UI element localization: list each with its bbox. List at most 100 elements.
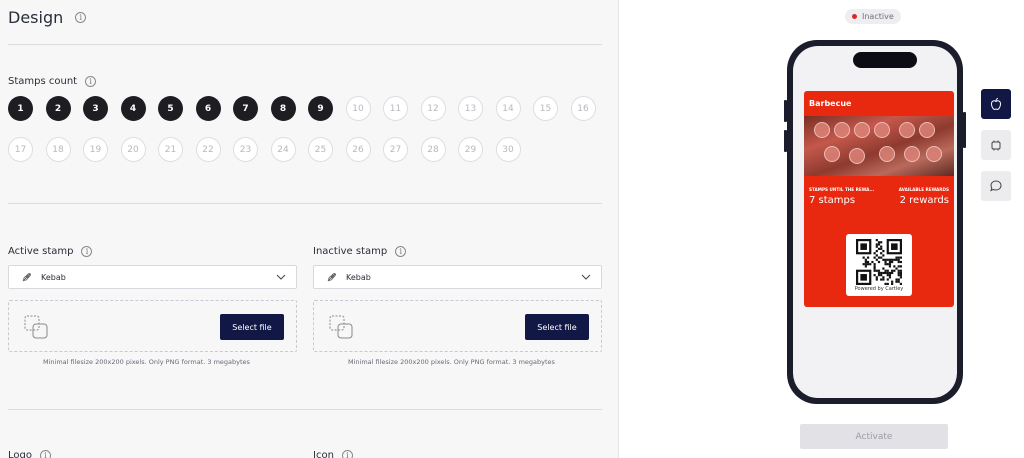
logo-label-row: Logo i	[8, 450, 51, 458]
stamp-count-option[interactable]: 9	[308, 96, 333, 121]
inactive-stamp-label: Inactive stamp	[313, 246, 388, 257]
phone-power-button	[963, 112, 966, 148]
active-stamp-dropzone[interactable]: Select file	[8, 300, 297, 352]
stamp-count-option[interactable]: 13	[458, 96, 483, 121]
kebab-icon	[327, 273, 336, 282]
phone-screen: Barbecue STAMPS UNTIL THE REWA... 7 stam…	[793, 46, 957, 398]
info-icon[interactable]: i	[395, 246, 407, 257]
tab-apple[interactable]	[981, 89, 1011, 119]
stamp-count-option[interactable]: 18	[45, 137, 71, 162]
inactive-stamp-select[interactable]: Kebab	[313, 265, 602, 289]
stamps-count-label: Stamps count	[8, 76, 78, 87]
info-icon[interactable]: i	[341, 450, 353, 458]
phone-notch	[853, 52, 917, 68]
stamp-count-option[interactable]: 7	[233, 96, 258, 121]
stamp-mark-icon	[879, 146, 895, 162]
stamp-count-option[interactable]: 26	[345, 137, 371, 162]
stamp-count-option[interactable]: 22	[195, 137, 221, 162]
card-right-label: AVAILABLE REWARDS	[898, 187, 949, 192]
kebab-icon	[22, 273, 31, 282]
active-stamp-select-file-button[interactable]: Select file	[220, 314, 284, 340]
design-header: Design i	[8, 8, 87, 27]
image-upload-icon	[329, 315, 353, 339]
info-icon[interactable]: i	[75, 12, 87, 23]
stamp-count-option[interactable]: 20	[120, 137, 146, 162]
stamp-count-option[interactable]: 25	[308, 137, 333, 162]
status-text: Inactive	[862, 12, 894, 21]
divider	[8, 409, 602, 410]
stamps-count-label-row: Stamps count i	[8, 76, 97, 87]
stamp-mark-icon	[849, 148, 865, 164]
phone-mockup: Barbecue STAMPS UNTIL THE REWA... 7 stam…	[787, 40, 963, 404]
stamp-count-option[interactable]: 23	[233, 137, 258, 162]
stamp-count-option[interactable]: 30	[495, 137, 521, 162]
tab-message[interactable]	[981, 171, 1011, 201]
card-left-label: STAMPS UNTIL THE REWA...	[809, 187, 875, 192]
divider	[8, 44, 602, 45]
loyalty-card: Barbecue STAMPS UNTIL THE REWA... 7 stam…	[804, 91, 954, 307]
chevron-down-icon	[276, 274, 286, 280]
stamp-mark-icon	[874, 122, 890, 138]
stamp-count-option[interactable]: 17	[8, 137, 33, 162]
android-icon	[991, 140, 1001, 151]
logo-label: Logo	[8, 450, 32, 458]
apple-icon	[990, 98, 1002, 111]
inactive-stamp-label-row: Inactive stamp i	[313, 246, 407, 257]
stamp-mark-icon	[834, 122, 850, 138]
inactive-stamp-dropzone[interactable]: Select file	[313, 300, 602, 352]
stamp-count-option[interactable]: 12	[420, 96, 446, 121]
info-icon[interactable]: i	[85, 76, 97, 87]
status-dot-icon	[852, 14, 857, 19]
divider	[8, 203, 602, 204]
stamp-mark-icon	[814, 122, 830, 138]
stamp-count-option[interactable]: 14	[495, 96, 521, 121]
card-left-value: 7 stamps	[809, 195, 856, 206]
card-right-value: 2 rewards	[899, 195, 949, 206]
stamp-count-option[interactable]: 3	[83, 96, 108, 121]
stamp-count-option[interactable]: 5	[158, 96, 183, 121]
stamp-count-option[interactable]: 28	[420, 137, 446, 162]
activate-button[interactable]: Activate	[800, 424, 948, 449]
inactive-stamp-hint: Minimal filesize 200x200 pixels. Only PN…	[348, 358, 555, 366]
stamp-count-option[interactable]: 16	[570, 96, 596, 121]
tab-android[interactable]	[981, 130, 1011, 160]
stamp-count-option[interactable]: 19	[83, 137, 108, 162]
active-stamp-label: Active stamp	[8, 246, 74, 257]
inactive-stamp-select-value: Kebab	[346, 272, 371, 282]
icon-label: Icon	[313, 450, 334, 458]
stamp-count-option[interactable]: 1	[8, 96, 33, 121]
page-title: Design	[8, 8, 64, 27]
stamp-count-option[interactable]: 8	[270, 96, 296, 121]
stamp-count-option[interactable]: 21	[158, 137, 183, 162]
info-icon[interactable]: i	[81, 246, 93, 257]
stamp-count-option[interactable]: 24	[270, 137, 296, 162]
message-icon	[990, 180, 1002, 192]
info-icon[interactable]: i	[39, 450, 51, 458]
stamp-mark-icon	[824, 146, 840, 162]
active-stamp-select[interactable]: Kebab	[8, 265, 297, 289]
qr-code-box: Powered by Cartley	[846, 234, 912, 296]
stamp-count-option[interactable]: 11	[383, 96, 408, 121]
icon-label-row: Icon i	[313, 450, 353, 458]
active-stamp-hint: Minimal filesize 200x200 pixels. Only PN…	[43, 358, 250, 366]
stamp-mark-icon	[926, 146, 942, 162]
stamp-mark-icon	[904, 146, 920, 162]
stamp-count-option[interactable]: 4	[120, 96, 146, 121]
stamp-count-option[interactable]: 10	[345, 96, 371, 121]
powered-by-text: Powered by Cartley	[854, 286, 904, 292]
status-badge: Inactive	[845, 9, 901, 24]
active-stamp-label-row: Active stamp i	[8, 246, 93, 257]
design-panel: Design i Stamps count i 1 2 3 4 5 6 7 8 9 10 11 12 1…	[0, 0, 618, 458]
card-title: Barbecue	[809, 99, 852, 108]
qr-code-icon	[856, 239, 902, 285]
stamp-count-option[interactable]: 29	[458, 137, 483, 162]
stamp-count-option[interactable]: 27	[383, 137, 408, 162]
stamp-count-option[interactable]: 15	[533, 96, 558, 121]
active-stamp-select-value: Kebab	[41, 272, 66, 282]
stamp-count-option[interactable]: 6	[195, 96, 221, 121]
stamp-count-option[interactable]: 2	[45, 96, 71, 121]
preview-panel: Inactive Barbecue STAMPS UNTIL THE REWA.…	[618, 0, 1024, 458]
stamp-mark-icon	[899, 122, 915, 138]
inactive-stamp-select-file-button[interactable]: Select file	[525, 314, 589, 340]
card-hero-image	[804, 116, 954, 176]
